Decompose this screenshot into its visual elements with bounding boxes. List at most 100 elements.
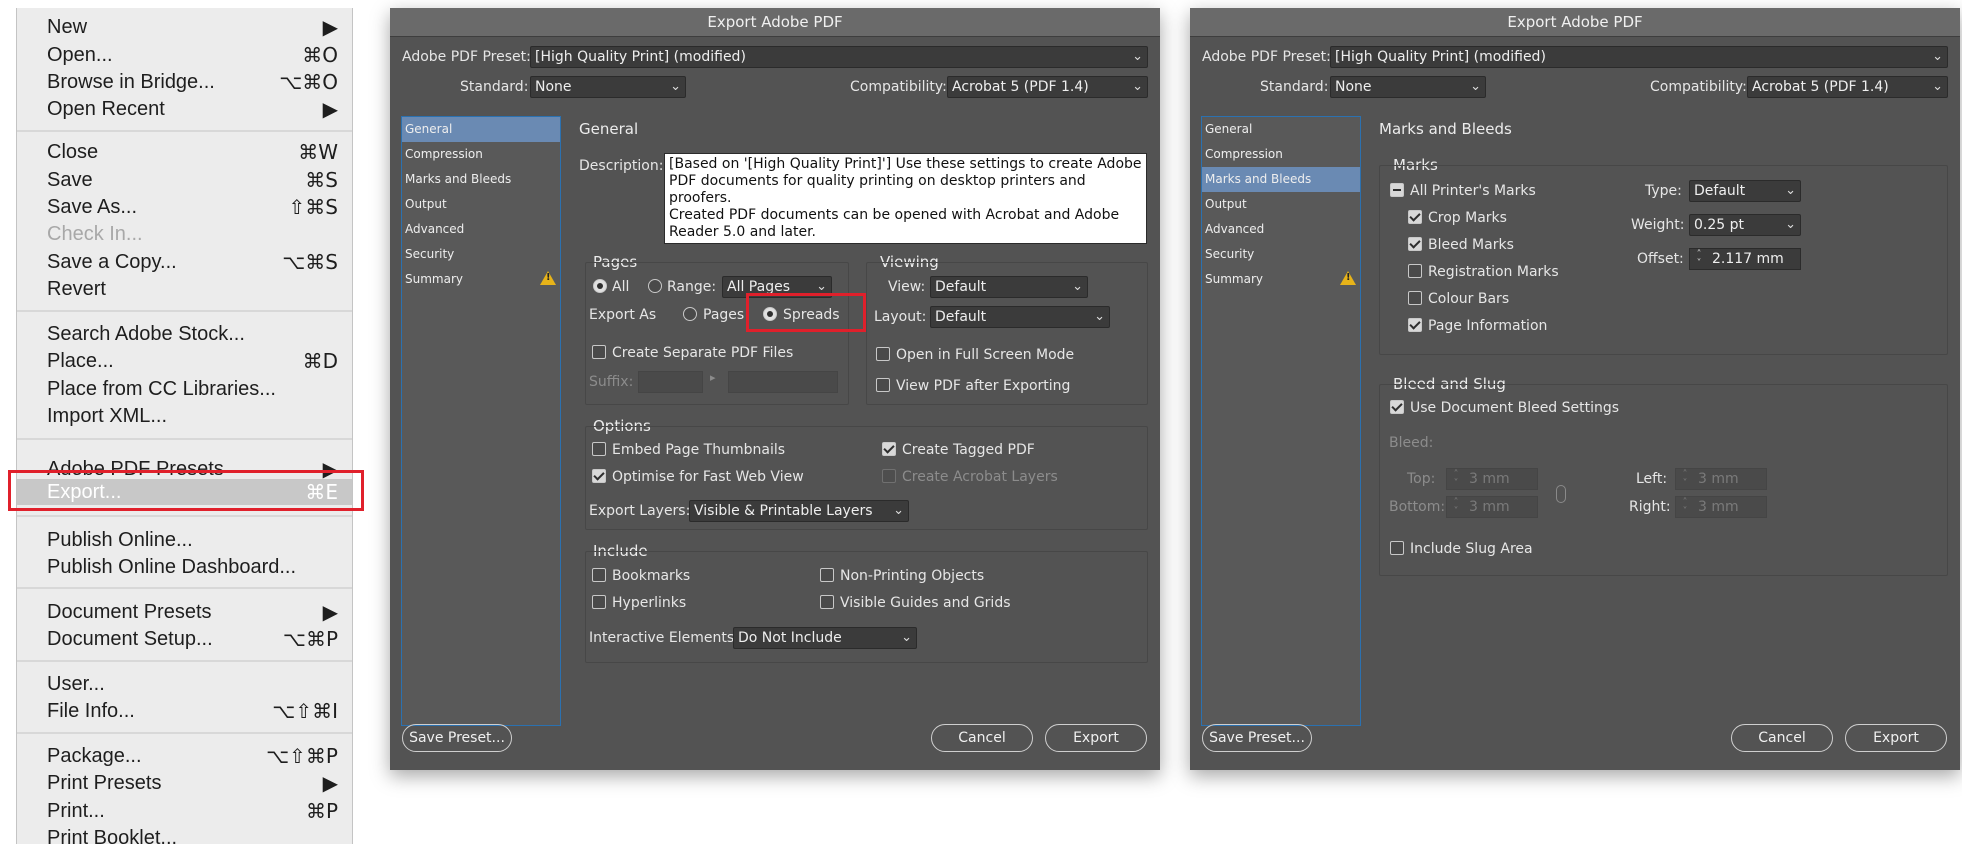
menu-item-open[interactable]: Open... ⌘O	[17, 42, 352, 68]
export-button[interactable]: Export	[1845, 724, 1947, 752]
include-slug-checkbox[interactable]	[1390, 541, 1404, 555]
compatibility-select[interactable]: Acrobat 5 (PDF 1.4) ⌄	[947, 76, 1148, 98]
bleed-marks-checkbox[interactable]	[1408, 237, 1422, 251]
menu-separator	[17, 587, 352, 589]
menu-item-place-from-cc-libraries[interactable]: Place from CC Libraries...	[17, 376, 352, 402]
sidebar-item-advanced[interactable]: Advanced	[1202, 217, 1360, 242]
export-as-pages-radio[interactable]	[683, 307, 697, 321]
tagged-pdf-checkbox[interactable]	[882, 442, 896, 456]
offset-stepper[interactable]: ˄ ˅ 2.117 mm	[1689, 248, 1801, 270]
menu-item-search-adobe-stock[interactable]: Search Adobe Stock...	[17, 321, 352, 347]
use-document-bleed-label: Use Document Bleed Settings	[1410, 400, 1620, 416]
sidebar-item-output[interactable]: Output	[402, 192, 560, 217]
menu-item-save-a-copy[interactable]: Save a Copy... ⌥⌘S	[17, 249, 352, 275]
menu-item-print-booklet[interactable]: Print Booklet...	[17, 825, 352, 844]
registration-marks-checkbox[interactable]	[1408, 264, 1422, 278]
menu-item-save-as[interactable]: Save As... ⇧⌘S	[17, 194, 352, 220]
menu-item-label: Document Setup...	[47, 628, 213, 650]
warning-triangle-icon: !	[540, 271, 556, 285]
hyperlinks-label: Hyperlinks	[612, 595, 687, 611]
guides-grids-label: Visible Guides and Grids	[840, 595, 1011, 611]
preset-select[interactable]: [High Quality Print] (modified) ⌄	[1330, 46, 1948, 68]
chevron-down-icon: ⌄	[901, 630, 912, 645]
sidebar-item-output[interactable]: Output	[1202, 192, 1360, 217]
sidebar-item-advanced[interactable]: Advanced	[402, 217, 560, 242]
sidebar-item-summary[interactable]: Summary	[402, 267, 560, 292]
sidebar-item-marks-and-bleeds[interactable]: Marks and Bleeds	[1202, 167, 1360, 192]
submenu-arrow-icon: ▶	[322, 600, 338, 624]
colour-bars-checkbox[interactable]	[1408, 291, 1422, 305]
menu-item-label: User...	[47, 673, 105, 695]
use-document-bleed-checkbox[interactable]	[1390, 400, 1404, 414]
menu-item-publish-online-dashboard[interactable]: Publish Online Dashboard...	[17, 554, 352, 580]
menu-item-file-info[interactable]: File Info... ⌥⇧⌘I	[17, 698, 352, 724]
bleed-bottom-value: 3 mm	[1469, 499, 1510, 515]
cancel-button[interactable]: Cancel	[931, 724, 1033, 752]
save-preset-button[interactable]: Save Preset...	[402, 724, 512, 752]
menu-item-place[interactable]: Place... ⌘D	[17, 348, 352, 374]
menu-item-user[interactable]: User...	[17, 671, 352, 697]
range-radio[interactable]	[648, 279, 662, 293]
cancel-button[interactable]: Cancel	[1731, 724, 1833, 752]
menu-item-browse-in-bridge[interactable]: Browse in Bridge... ⌥⌘O	[17, 69, 352, 95]
menu-item-label: Save	[47, 169, 93, 191]
all-pages-radio[interactable]	[593, 279, 607, 293]
bleed-right-value: 3 mm	[1698, 499, 1739, 515]
chevron-down-icon: ⌄	[1932, 49, 1943, 64]
standard-label: Standard:	[460, 79, 529, 95]
menu-item-open-recent[interactable]: Open Recent ▶	[17, 96, 352, 122]
guides-grids-checkbox[interactable]	[820, 595, 834, 609]
menu-item-print[interactable]: Print... ⌘P	[17, 798, 352, 824]
full-screen-checkbox[interactable]	[876, 347, 890, 361]
crop-marks-checkbox[interactable]	[1408, 210, 1422, 224]
hyperlinks-checkbox[interactable]	[592, 595, 606, 609]
menu-item-close[interactable]: Close ⌘W	[17, 139, 352, 165]
panel-title: Marks and Bleeds	[1379, 120, 1512, 138]
view-after-export-label: View PDF after Exporting	[896, 378, 1071, 394]
bookmarks-checkbox[interactable]	[592, 568, 606, 582]
compatibility-select[interactable]: Acrobat 5 (PDF 1.4) ⌄	[1747, 76, 1948, 98]
weight-select[interactable]: 0.25 pt ⌄	[1689, 214, 1801, 236]
menu-item-new[interactable]: New ▶	[17, 14, 352, 40]
sidebar-item-security[interactable]: Security	[1202, 242, 1360, 267]
sidebar-item-compression[interactable]: Compression	[1202, 142, 1360, 167]
description-text[interactable]: [Based on '[High Quality Print]'] Use th…	[664, 153, 1147, 244]
export-layers-select[interactable]: Visible & Printable Layers ⌄	[689, 500, 909, 522]
view-select[interactable]: Default ⌄	[930, 276, 1088, 298]
sidebar-item-general[interactable]: General	[402, 117, 560, 142]
type-select[interactable]: Default ⌄	[1689, 180, 1801, 202]
menu-item-import-xml[interactable]: Import XML...	[17, 403, 352, 429]
menu-item-print-presets[interactable]: Print Presets ▶	[17, 770, 352, 796]
separate-pdf-checkbox[interactable]	[592, 345, 606, 359]
suffix-label: Suffix:	[589, 374, 634, 390]
menu-shortcut: ⌘D	[302, 349, 338, 373]
view-after-export-checkbox[interactable]	[876, 378, 890, 392]
export-button[interactable]: Export	[1045, 724, 1147, 752]
menu-item-save[interactable]: Save ⌘S	[17, 167, 352, 193]
menu-item-document-setup[interactable]: Document Setup... ⌥⌘P	[17, 626, 352, 652]
non-printing-checkbox[interactable]	[820, 568, 834, 582]
layout-select[interactable]: Default ⌄	[930, 306, 1110, 328]
bleed-bottom-field: ˄ ˅ 3 mm	[1446, 496, 1538, 518]
sidebar-item-marks-and-bleeds[interactable]: Marks and Bleeds	[402, 167, 560, 192]
preset-select[interactable]: [High Quality Print] (modified) ⌄	[530, 46, 1148, 68]
all-printers-marks-checkbox[interactable]	[1390, 183, 1404, 197]
standard-select[interactable]: None ⌄	[1330, 76, 1486, 98]
interactive-elements-select[interactable]: Do Not Include ⌄	[733, 627, 917, 649]
sidebar-item-general[interactable]: General	[1202, 117, 1360, 142]
menu-item-publish-online[interactable]: Publish Online...	[17, 527, 352, 553]
sidebar-item-security[interactable]: Security	[402, 242, 560, 267]
menu-item-document-presets[interactable]: Document Presets ▶	[17, 599, 352, 625]
stepper-arrows-icon: ˄ ˅	[1453, 469, 1459, 489]
page-information-checkbox[interactable]	[1408, 318, 1422, 332]
sidebar-item-compression[interactable]: Compression	[402, 142, 560, 167]
optimise-web-checkbox[interactable]	[592, 469, 606, 483]
view-label: View:	[888, 279, 926, 295]
all-printers-marks-label: All Printer's Marks	[1410, 183, 1536, 199]
standard-select[interactable]: None ⌄	[530, 76, 686, 98]
menu-item-package[interactable]: Package... ⌥⇧⌘P	[17, 743, 352, 769]
save-preset-button[interactable]: Save Preset...	[1202, 724, 1312, 752]
sidebar-item-summary[interactable]: Summary	[1202, 267, 1360, 292]
embed-thumbnails-checkbox[interactable]	[592, 442, 606, 456]
menu-item-revert[interactable]: Revert	[17, 276, 352, 302]
